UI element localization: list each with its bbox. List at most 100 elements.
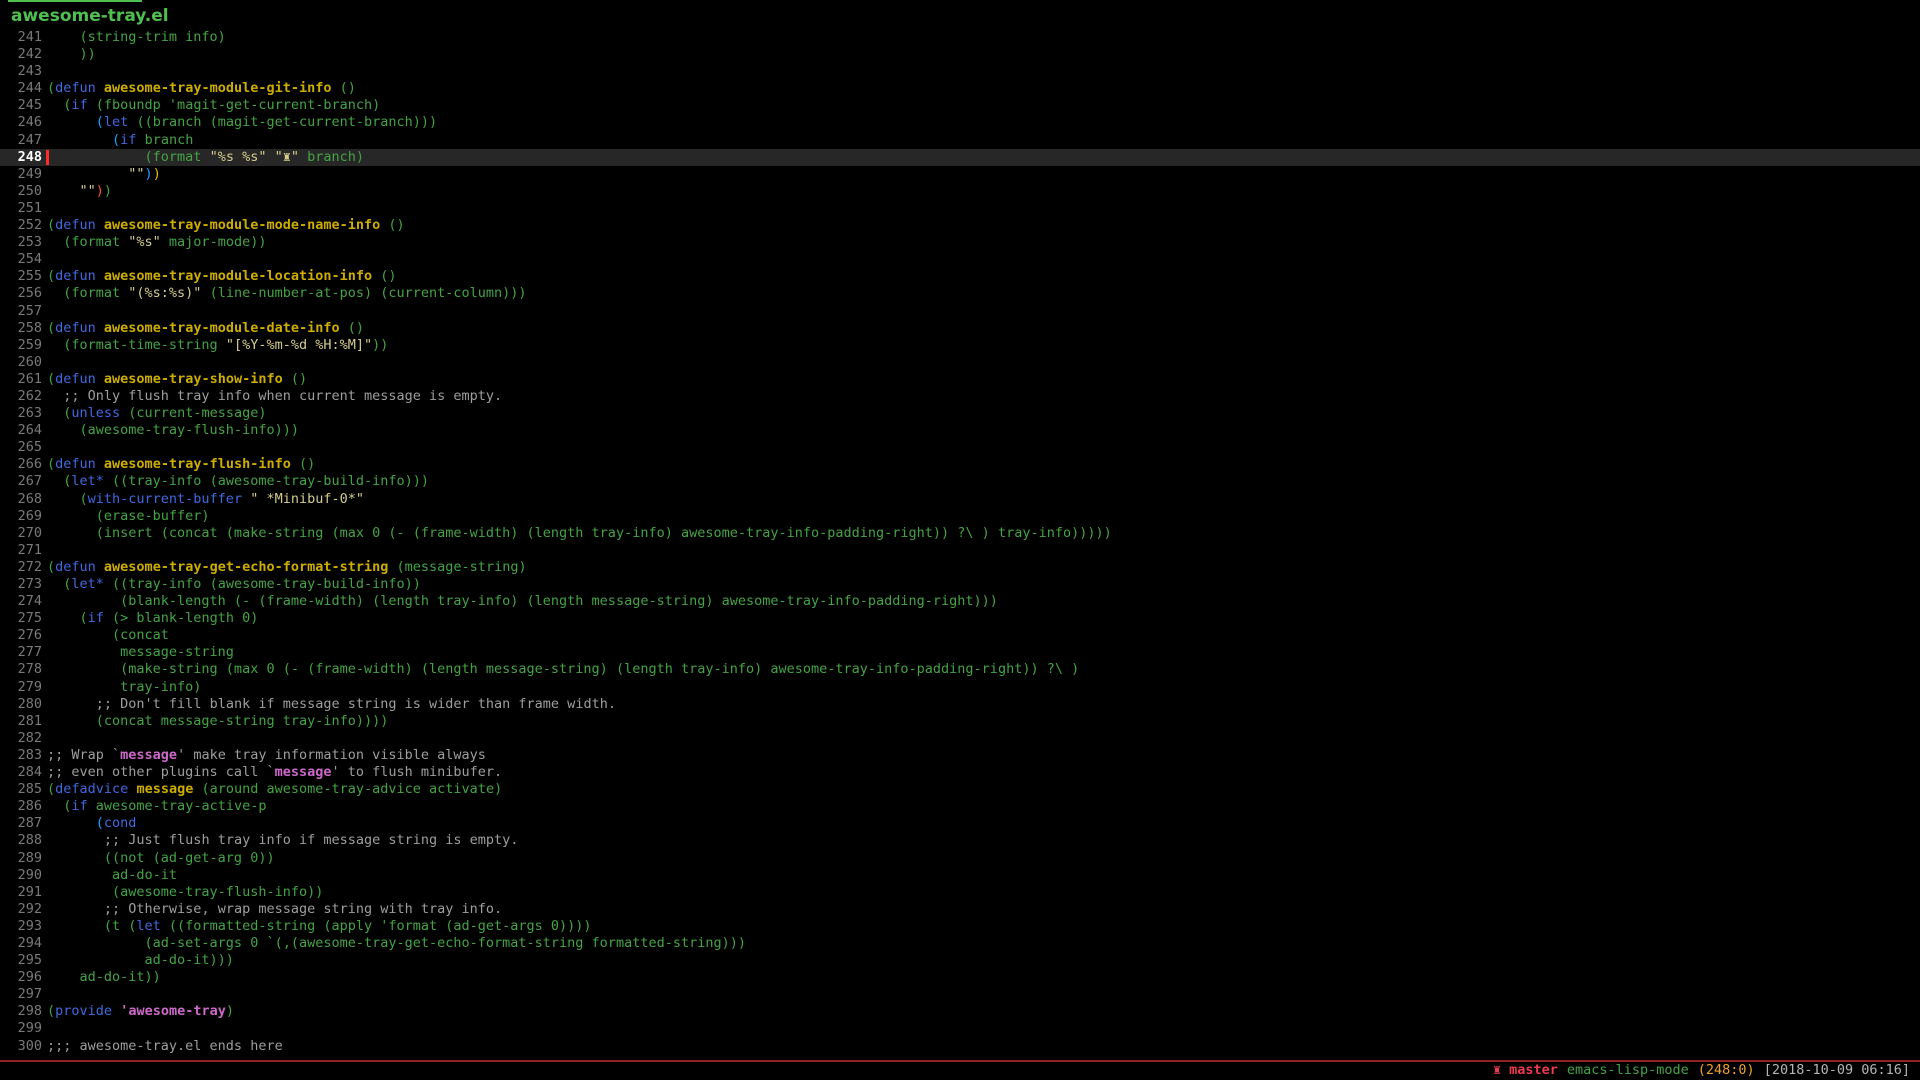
code-line[interactable]: 296 ad-do-it)) [0, 969, 1920, 986]
code-line[interactable]: 256 (format "(%s:%s)" (line-number-at-po… [0, 285, 1920, 302]
code-line[interactable]: 248 (format "%s %s" "♜" branch) [0, 149, 1920, 166]
code-line[interactable]: 263 (unless (current-message) [0, 405, 1920, 422]
code-line[interactable]: 245 (if (fboundp 'magit-get-current-bran… [0, 97, 1920, 114]
line-number: 282 [0, 730, 42, 747]
code-line[interactable]: 286 (if awesome-tray-active-p [0, 798, 1920, 815]
line-number: 268 [0, 491, 42, 508]
code-text: )) [47, 46, 96, 63]
code-text: ;; Wrap `message' make tray information … [47, 747, 486, 764]
code-text: (awesome-tray-flush-info)) [47, 884, 323, 901]
code-line[interactable]: 290 ad-do-it [0, 867, 1920, 884]
code-text: (cond [47, 815, 136, 832]
code-line[interactable]: 276 (concat [0, 627, 1920, 644]
code-text: (if awesome-tray-active-p [47, 798, 266, 815]
line-number: 260 [0, 354, 42, 371]
code-line[interactable]: 295 ad-do-it))) [0, 952, 1920, 969]
tray-cursor-position: (248:0) [1698, 1062, 1755, 1078]
code-line[interactable]: 243 [0, 63, 1920, 80]
code-line[interactable]: 291 (awesome-tray-flush-info)) [0, 884, 1920, 901]
code-line[interactable]: 261(defun awesome-tray-show-info () [0, 371, 1920, 388]
code-text: (defun awesome-tray-show-info () [47, 371, 307, 388]
code-line[interactable]: 252(defun awesome-tray-module-mode-name-… [0, 217, 1920, 234]
code-line[interactable]: 271 [0, 542, 1920, 559]
code-text: ad-do-it [47, 867, 177, 884]
code-line[interactable]: 266(defun awesome-tray-flush-info () [0, 456, 1920, 473]
code-line[interactable]: 299 [0, 1020, 1920, 1037]
code-text: (concat message-string tray-info)))) [47, 713, 388, 730]
code-line[interactable]: 251 [0, 200, 1920, 217]
code-line[interactable]: 268 (with-current-buffer " *Minibuf-0*" [0, 491, 1920, 508]
code-line[interactable]: 280 ;; Don't fill blank if message strin… [0, 696, 1920, 713]
code-line[interactable]: 273 (let* ((tray-info (awesome-tray-buil… [0, 576, 1920, 593]
code-line[interactable]: 275 (if (> blank-length 0) [0, 610, 1920, 627]
line-number: 246 [0, 114, 42, 131]
emacs-frame: awesome-tray.el 241 (string-trim info)24… [0, 0, 1920, 1080]
code-line[interactable]: 249 "")) [0, 166, 1920, 183]
code-line[interactable]: 281 (concat message-string tray-info)))) [0, 713, 1920, 730]
code-line[interactable]: 283;; Wrap `message' make tray informati… [0, 747, 1920, 764]
code-text: ;; Only flush tray info when current mes… [47, 388, 502, 405]
code-text: ;; Just flush tray info if message strin… [47, 832, 518, 849]
code-line[interactable]: 292 ;; Otherwise, wrap message string wi… [0, 901, 1920, 918]
code-text: (insert (concat (make-string (max 0 (- (… [47, 525, 1112, 542]
code-text: ;;; awesome-tray.el ends here [47, 1038, 283, 1055]
code-line[interactable]: 274 (blank-length (- (frame-width) (leng… [0, 593, 1920, 610]
code-line[interactable]: 250 "")) [0, 183, 1920, 200]
code-line[interactable]: 267 (let* ((tray-info (awesome-tray-buil… [0, 473, 1920, 490]
code-line[interactable]: 293 (t (let ((formatted-string (apply 'f… [0, 918, 1920, 935]
code-line[interactable]: 265 [0, 439, 1920, 456]
code-text: ad-do-it)) [47, 969, 161, 986]
code-line[interactable]: 264 (awesome-tray-flush-info))) [0, 422, 1920, 439]
code-line[interactable]: 255(defun awesome-tray-module-location-i… [0, 268, 1920, 285]
code-line[interactable]: 289 ((not (ad-get-arg 0)) [0, 850, 1920, 867]
code-line[interactable]: 294 (ad-set-args 0 `(,(awesome-tray-get-… [0, 935, 1920, 952]
code-line[interactable]: 284;; even other plugins call `message' … [0, 764, 1920, 781]
code-line[interactable]: 285(defadvice message (around awesome-tr… [0, 781, 1920, 798]
code-text: (defun awesome-tray-flush-info () [47, 456, 315, 473]
status-tray: ♜ masteremacs-lisp-mode(248:0)[2018-10-0… [1484, 1062, 1910, 1079]
code-line[interactable]: 260 [0, 354, 1920, 371]
code-text: tray-info) [47, 679, 201, 696]
buffer-tab-title[interactable]: awesome-tray.el [11, 6, 169, 26]
code-line[interactable]: 287 (cond [0, 815, 1920, 832]
code-area[interactable]: 241 (string-trim info)242 ))243244(defun… [0, 29, 1920, 1055]
line-number: 275 [0, 610, 42, 627]
code-line[interactable]: 272(defun awesome-tray-get-echo-format-s… [0, 559, 1920, 576]
line-number: 242 [0, 46, 42, 63]
code-line[interactable]: 282 [0, 730, 1920, 747]
code-line[interactable]: 270 (insert (concat (make-string (max 0 … [0, 525, 1920, 542]
line-number: 281 [0, 713, 42, 730]
code-line[interactable]: 259 (format-time-string "[%Y-%m-%d %H:%M… [0, 337, 1920, 354]
line-number: 285 [0, 781, 42, 798]
code-line[interactable]: 254 [0, 251, 1920, 268]
code-line[interactable]: 247 (if branch [0, 132, 1920, 149]
code-line[interactable]: 257 [0, 303, 1920, 320]
code-line[interactable]: 241 (string-trim info) [0, 29, 1920, 46]
code-line[interactable]: 244(defun awesome-tray-module-git-info (… [0, 80, 1920, 97]
code-text: (blank-length (- (frame-width) (length t… [47, 593, 998, 610]
line-number: 269 [0, 508, 42, 525]
code-line[interactable]: 279 tray-info) [0, 679, 1920, 696]
code-line[interactable]: 298(provide 'awesome-tray) [0, 1003, 1920, 1020]
line-number: 241 [0, 29, 42, 46]
code-line[interactable]: 277 message-string [0, 644, 1920, 661]
code-line[interactable]: 269 (erase-buffer) [0, 508, 1920, 525]
code-line[interactable]: 262 ;; Only flush tray info when current… [0, 388, 1920, 405]
line-number: 274 [0, 593, 42, 610]
code-line[interactable]: 258(defun awesome-tray-module-date-info … [0, 320, 1920, 337]
line-number: 279 [0, 679, 42, 696]
line-number: 255 [0, 268, 42, 285]
code-line[interactable]: 246 (let ((branch (magit-get-current-bra… [0, 114, 1920, 131]
code-text: ;; Don't fill blank if message string is… [47, 696, 616, 713]
line-number: 253 [0, 234, 42, 251]
code-text: (if (fboundp 'magit-get-current-branch) [47, 97, 380, 114]
code-text: ;; even other plugins call `message' to … [47, 764, 502, 781]
code-text: ((not (ad-get-arg 0)) [47, 850, 275, 867]
code-line[interactable]: 300 ;;; awesome-tray.el ends here [0, 1038, 1920, 1055]
code-line[interactable]: 242 )) [0, 46, 1920, 63]
code-line[interactable]: 288 ;; Just flush tray info if message s… [0, 832, 1920, 849]
code-line[interactable]: 278 (make-string (max 0 (- (frame-width)… [0, 661, 1920, 678]
code-line[interactable]: 297 [0, 986, 1920, 1003]
code-line[interactable]: 253 (format "%s" major-mode)) [0, 234, 1920, 251]
line-number: 300 [0, 1038, 42, 1055]
